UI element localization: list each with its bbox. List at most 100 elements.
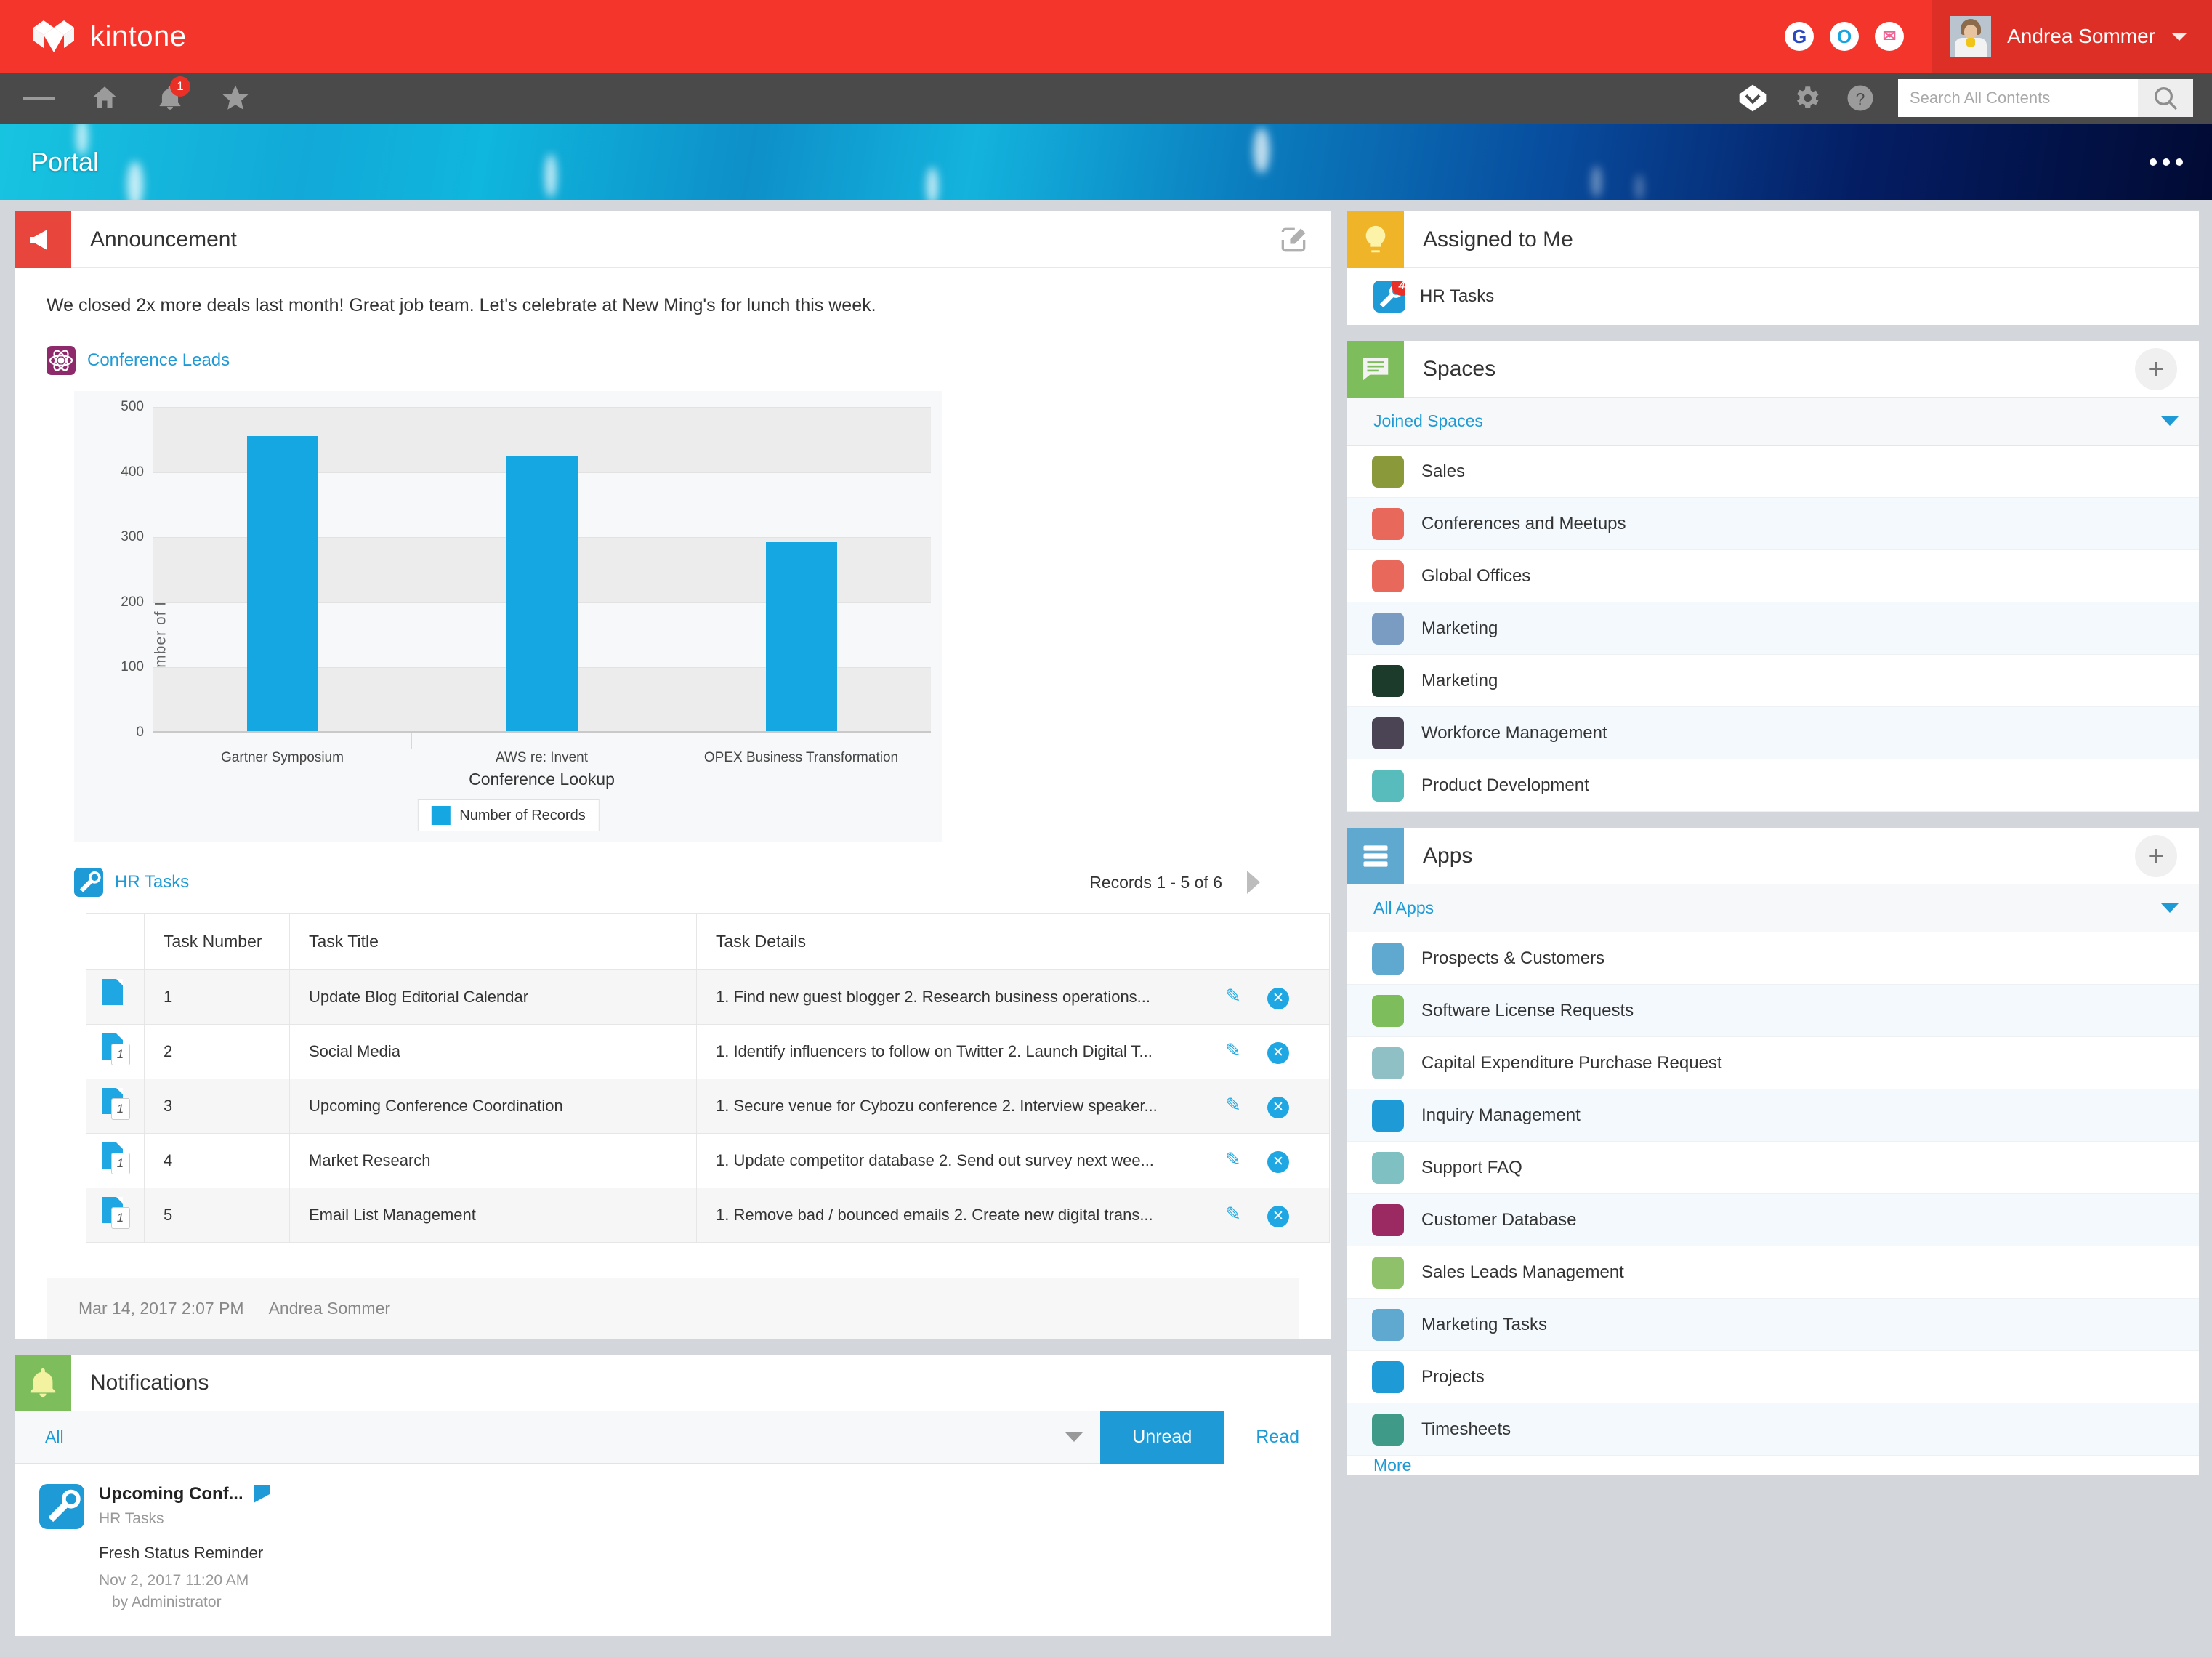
add-app-button[interactable]: + <box>2135 834 2177 877</box>
app-list-item[interactable]: Customer Database <box>1347 1194 2199 1246</box>
cell-task-details: 1. Identify influencers to follow on Twi… <box>696 1024 1206 1079</box>
delete-record-icon[interactable]: ✕ <box>1267 987 1289 1009</box>
table-row[interactable]: 1 4 Market Research 1. Update competitor… <box>86 1133 1330 1188</box>
bar-opex-business-transformation[interactable] <box>765 542 837 733</box>
space-list-item[interactable]: Global Offices <box>1347 550 2199 602</box>
apps-group-label[interactable]: All Apps <box>1373 898 1434 918</box>
list-item-label: Sales <box>1421 461 1466 481</box>
list-item-label: Marketing <box>1421 670 1498 690</box>
mail-icon[interactable]: ✉ <box>1875 22 1905 51</box>
chevron-down-icon[interactable] <box>2161 416 2179 426</box>
edit-record-icon[interactable]: ✎ <box>1225 1148 1241 1170</box>
conference-leads-app-link-row[interactable]: Conference Leads <box>47 346 1299 375</box>
edit-record-icon[interactable]: ✎ <box>1225 1203 1241 1225</box>
search-bar[interactable] <box>1898 79 2193 117</box>
y-tick-200: 200 <box>121 594 144 610</box>
row-record-icon-cell: 1 <box>86 1024 145 1079</box>
menu-icon[interactable] <box>23 82 56 114</box>
space-list-item[interactable]: Sales <box>1347 446 2199 498</box>
x-tick-label: OPEX Business Transformation <box>703 750 899 765</box>
app-list-item[interactable]: Sales Leads Management <box>1347 1246 2199 1299</box>
atom-icon <box>47 346 76 375</box>
chevron-down-icon[interactable] <box>2171 32 2187 41</box>
bar-aws-re-invent[interactable] <box>506 456 578 733</box>
space-list-item[interactable]: Marketing <box>1347 655 2199 707</box>
help-icon[interactable]: ? <box>1844 82 1876 114</box>
list-item-label: Support FAQ <box>1421 1157 1522 1177</box>
notification-title: Upcoming Conf... <box>99 1484 243 1504</box>
row-record-icon-cell: 1 <box>86 1188 145 1243</box>
space-list-item[interactable]: Workforce Management <box>1347 707 2199 759</box>
notifications-bell-icon[interactable]: 1 <box>154 76 190 114</box>
flag-icon[interactable] <box>253 1485 270 1503</box>
assigned-item-hr-tasks[interactable]: 4 HR Tasks <box>1347 268 2199 325</box>
banner-more-menu-icon[interactable] <box>2150 158 2183 166</box>
announcement-widget: Announcement We closed 2x more deals las… <box>15 211 1331 1339</box>
apps-more-link[interactable]: More <box>1347 1437 1411 1493</box>
cell-actions: ✎ ✕ <box>1206 1188 1330 1243</box>
notification-subject: Fresh Status Reminder <box>99 1544 264 1562</box>
app-list-item[interactable]: Capital Expenditure Purchase Request <box>1347 1037 2199 1089</box>
chevron-down-icon[interactable] <box>1065 1432 1083 1442</box>
user-menu[interactable]: Andrea Sommer <box>1932 0 2212 73</box>
add-space-button[interactable]: + <box>2135 347 2177 390</box>
app-link-hr-tasks[interactable]: HR Tasks <box>115 872 189 892</box>
app-thumbnail-icon <box>1372 1256 1404 1289</box>
column-header-task-number: Task Number <box>144 913 290 970</box>
comment-count-badge: 1 <box>110 1098 130 1120</box>
table-row[interactable]: 1 5 Email List Management 1. Remove bad … <box>86 1188 1330 1243</box>
y-tick-300: 300 <box>121 529 144 545</box>
cell-task-number: 3 <box>144 1079 290 1134</box>
home-icon[interactable] <box>89 82 121 114</box>
spaces-group-label[interactable]: Joined Spaces <box>1373 411 1483 431</box>
app-list-item[interactable]: Projects <box>1347 1351 2199 1403</box>
table-row[interactable]: 1 3 Upcoming Conference Coordination 1. … <box>86 1079 1330 1134</box>
notification-item[interactable]: Upcoming Conf... HR Tasks Fresh Status R… <box>15 1464 350 1636</box>
google-icon[interactable]: G <box>1785 22 1815 51</box>
app-thumbnail-icon <box>1372 1204 1404 1236</box>
table-row[interactable]: 1 2 Social Media 1. Identify influencers… <box>86 1024 1330 1079</box>
app-list-item[interactable]: Timesheets <box>1347 1403 2199 1456</box>
delete-record-icon[interactable]: ✕ <box>1267 1150 1289 1173</box>
chevron-down-icon[interactable] <box>2161 903 2179 913</box>
delete-record-icon[interactable]: ✕ <box>1267 1205 1289 1227</box>
app-list-item[interactable]: Marketing Tasks <box>1347 1299 2199 1351</box>
gear-icon[interactable] <box>1791 82 1823 114</box>
app-thumbnail-icon <box>1372 1047 1404 1079</box>
edit-record-icon[interactable]: ✎ <box>1225 1039 1241 1061</box>
search-input[interactable] <box>1898 79 2138 117</box>
edit-announcement-icon[interactable] <box>1277 224 1309 256</box>
search-button[interactable] <box>2138 79 2193 117</box>
portal-banner: Portal <box>0 124 2212 200</box>
space-list-item[interactable]: Product Development <box>1347 759 2199 812</box>
cell-task-number: 4 <box>144 1133 290 1188</box>
next-page-icon[interactable] <box>1247 871 1260 894</box>
brand-logo-area[interactable]: kintone <box>33 17 186 55</box>
list-item-label: Inquiry Management <box>1421 1105 1581 1125</box>
edit-record-icon[interactable]: ✎ <box>1225 985 1241 1007</box>
kintone-diamond-icon[interactable] <box>1737 82 1769 114</box>
chart-legend: Number of Records <box>417 799 600 831</box>
space-list-item[interactable]: Conferences and Meetups <box>1347 498 2199 550</box>
cell-task-title: Market Research <box>289 1133 697 1188</box>
app-thumbnail-icon <box>1372 455 1404 488</box>
tab-unread[interactable]: Unread <box>1100 1411 1224 1464</box>
table-row[interactable]: 1 Update Blog Editorial Calendar 1. Find… <box>86 969 1330 1025</box>
app-list-item[interactable]: Inquiry Management <box>1347 1089 2199 1142</box>
bar-gartner-symposium[interactable] <box>246 436 318 733</box>
delete-record-icon[interactable]: ✕ <box>1267 1096 1289 1118</box>
app-list-item[interactable]: Software License Requests <box>1347 985 2199 1037</box>
app-list-item[interactable]: Prospects & Customers <box>1347 932 2199 985</box>
y-tick-100: 100 <box>121 659 144 675</box>
delete-record-icon[interactable]: ✕ <box>1267 1041 1289 1064</box>
edit-record-icon[interactable]: ✎ <box>1225 1094 1241 1116</box>
tab-read[interactable]: Read <box>1224 1411 1331 1464</box>
office-icon[interactable]: O <box>1830 22 1860 51</box>
app-list-item[interactable]: Support FAQ <box>1347 1142 2199 1194</box>
lightbulb-icon <box>1347 211 1404 268</box>
app-link-conference-leads[interactable]: Conference Leads <box>87 350 230 371</box>
favorites-star-icon[interactable] <box>219 82 251 114</box>
list-item-label: Software License Requests <box>1421 1000 1634 1020</box>
space-list-item[interactable]: Marketing <box>1347 602 2199 655</box>
notifications-filter-all[interactable]: All <box>45 1427 64 1447</box>
